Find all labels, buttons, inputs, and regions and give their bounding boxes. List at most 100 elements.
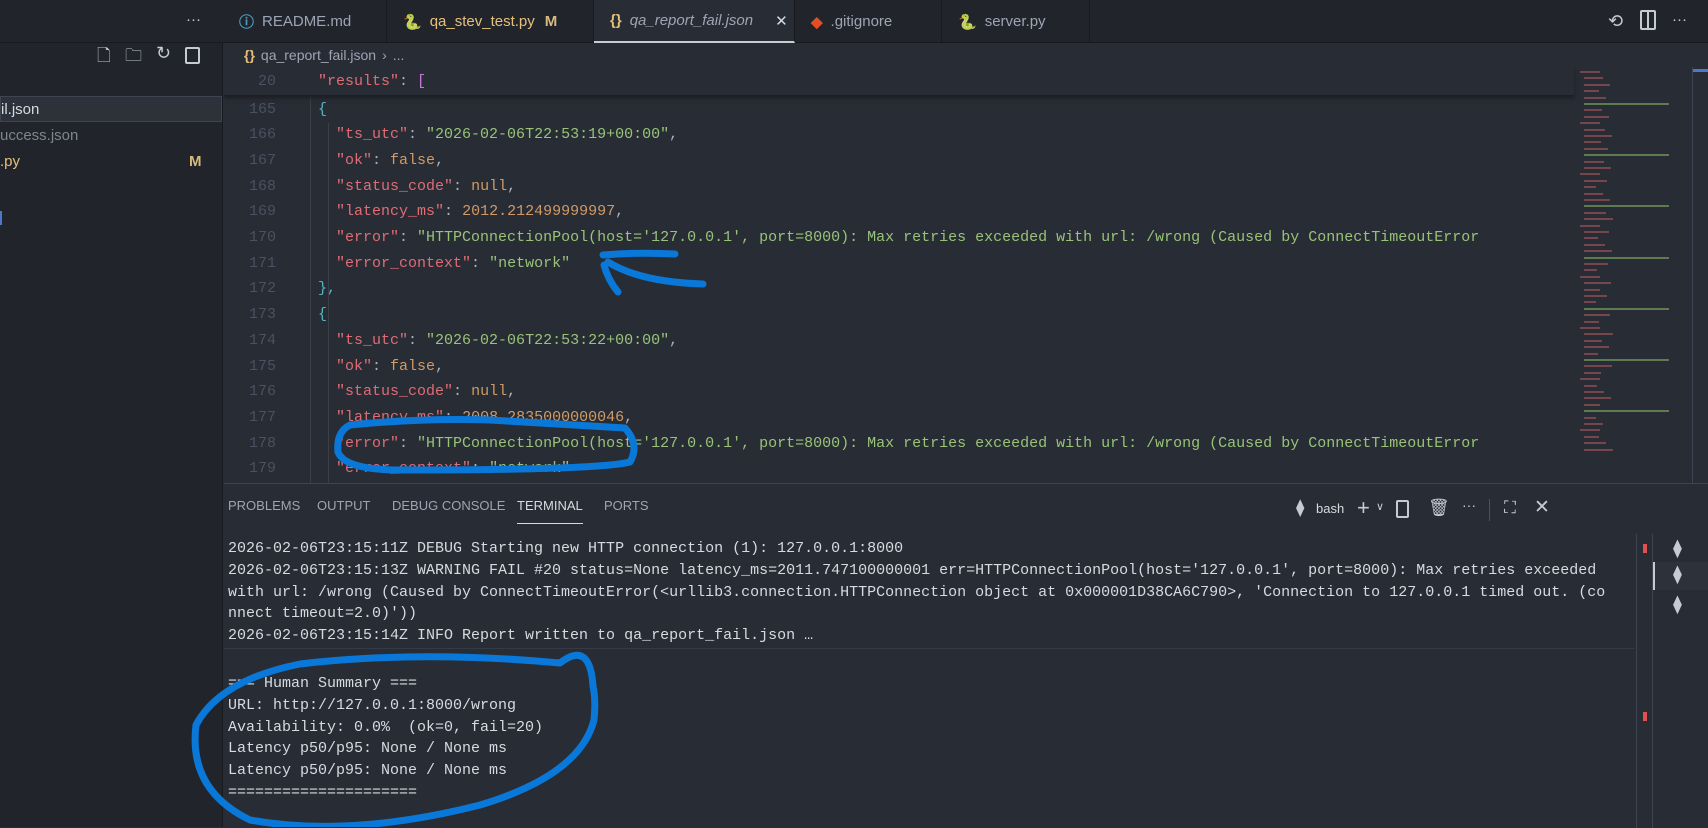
breadcrumb-rest[interactable]: ... <box>393 47 405 63</box>
minimap-line <box>1584 448 1613 451</box>
terminal-instance-icon[interactable]: ⧫ <box>1653 562 1708 590</box>
tab-qa-stev-test-py[interactable]: 🐍 qa_stev_test.py M <box>387 0 594 43</box>
maximize-icon[interactable]: ⛶ <box>1504 498 1516 518</box>
panel-tab-terminal[interactable]: TERMINAL <box>517 498 583 524</box>
code-token: "network" <box>489 254 571 272</box>
refresh-icon[interactable]: ↻ <box>156 43 171 64</box>
panel-tab-debug-console[interactable]: DEBUG CONSOLE <box>392 498 505 524</box>
minimap-line <box>1584 160 1604 163</box>
minimap-line <box>1584 237 1598 240</box>
minimap-line <box>1584 218 1613 221</box>
line-number: 167 <box>248 151 276 169</box>
code-line[interactable]: 166 "ts_utc": "2026-02-06T22:53:19+00:00… <box>224 122 1574 148</box>
code-line[interactable]: 165 { <box>224 96 1574 122</box>
minimap-line <box>1580 224 1600 227</box>
bottom-panel: PROBLEMS OUTPUT DEBUG CONSOLE TERMINAL PORTS… <box>224 483 1708 828</box>
modified-badge: M <box>544 13 558 30</box>
code-line[interactable]: 179 "error_context": "network" <box>224 456 1574 482</box>
tab-readme-md[interactable]: ⓘ README.md <box>223 0 387 43</box>
panel-tab-ports[interactable]: PORTS <box>604 498 649 524</box>
panel-tab-output[interactable]: OUTPUT <box>317 498 370 524</box>
minimap-line <box>1584 141 1601 144</box>
editor-more-icon[interactable]: ··· <box>1672 11 1687 28</box>
line-code: "status_code": null, <box>300 383 1570 400</box>
tab-server-py[interactable]: 🐍 server.py <box>942 0 1090 43</box>
breadcrumb-file[interactable]: qa_report_fail.json <box>261 47 376 63</box>
minimap[interactable] <box>1574 67 1694 483</box>
minimap-line <box>1584 307 1669 310</box>
code-line[interactable]: 174 "ts_utc": "2026-02-06T22:53:22+00:00… <box>224 327 1574 353</box>
code-token: , <box>669 126 679 144</box>
code-line[interactable]: 169 "latency_ms": 2012.212499999997, <box>224 199 1574 225</box>
shell-name[interactable]: bash <box>1316 501 1344 516</box>
code-token: { <box>300 306 328 324</box>
code-line[interactable]: 177 "latency_ms": 2008.2835000000046, <box>224 404 1574 430</box>
code-token: : <box>453 383 472 401</box>
new-folder-icon[interactable]: 🗀 <box>125 43 142 72</box>
close-icon[interactable]: ✕ <box>1534 496 1550 519</box>
info-icon: ⓘ <box>239 14 255 31</box>
panel-more-icon[interactable]: ··· <box>1462 497 1476 513</box>
file-name: .py <box>0 152 21 170</box>
minimap-line <box>1580 275 1600 278</box>
more-actions-button[interactable]: ··· <box>186 11 201 28</box>
code-token: : <box>444 203 463 221</box>
chevron-down-icon[interactable]: ∨ <box>1376 500 1384 513</box>
modified-badge: M <box>189 152 202 170</box>
code-line[interactable]: 170 "error": "HTTPConnectionPool(host='1… <box>224 225 1574 251</box>
code-token: , <box>507 383 517 401</box>
summary-line: ===================== <box>228 784 418 801</box>
code-token: : <box>399 72 418 90</box>
close-tab-icon[interactable]: ✕ <box>775 12 788 30</box>
tab-label: README.md <box>262 13 352 30</box>
editor-tab-bar: ··· ⓘ README.md 🐍 qa_stev_test.py M {} qa_repo… <box>0 0 1708 43</box>
minimap-line <box>1584 314 1610 317</box>
collapse-all-icon[interactable] <box>185 47 200 64</box>
code-line[interactable]: 178 "error": "HTTPConnectionPool(host='1… <box>224 430 1574 456</box>
code-line[interactable]: 168 "status_code": null, <box>224 173 1574 199</box>
code-editor[interactable]: 20 "results": [ 165 {166 "ts_utc": "2026… <box>224 67 1708 483</box>
file-item[interactable]: uccess.json <box>0 122 222 148</box>
indent-guide <box>328 123 329 483</box>
minimap-line <box>1584 83 1610 86</box>
file-item[interactable]: il.json <box>0 96 222 122</box>
code-line[interactable]: 175 "ok": false, <box>224 353 1574 379</box>
new-terminal-icon[interactable]: + <box>1357 495 1370 521</box>
code-line[interactable]: 167 "ok": false, <box>224 147 1574 173</box>
code-token: "latency_ms" <box>336 408 445 426</box>
line-number: 165 <box>248 100 276 118</box>
minimap-line <box>1580 327 1600 329</box>
tab--gitignore[interactable]: ◆ .gitignore <box>795 0 942 43</box>
editor-scrollbar[interactable] <box>1692 67 1708 483</box>
split-terminal-icon[interactable] <box>1396 500 1409 518</box>
terminal-instance-icon[interactable]: ⧫ <box>1673 538 1682 559</box>
minimap-line <box>1584 359 1669 361</box>
tab-qa-report-fail-json[interactable]: {} qa_report_fail.json ✕ <box>594 0 795 43</box>
code-token: "results" <box>318 72 400 90</box>
terminal-scrollbar[interactable] <box>1636 534 1650 828</box>
minimap-line <box>1584 103 1669 105</box>
panel-tab-problems[interactable]: PROBLEMS <box>228 498 300 524</box>
minimap-line <box>1580 429 1600 432</box>
line-number: 175 <box>248 357 276 375</box>
split-editor-icon[interactable] <box>1640 10 1656 30</box>
code-line[interactable]: 171 "error_context": "network" <box>224 250 1574 276</box>
terminal-instance-icon[interactable]: ⧫ <box>1673 594 1682 615</box>
new-file-icon[interactable]: 🗋 <box>97 43 111 72</box>
sticky-scroll-header[interactable]: 20 "results": [ <box>224 67 1574 95</box>
code-line[interactable]: 20 "results": [ <box>224 68 1574 94</box>
timeline-icon[interactable]: ⟲ <box>1608 11 1623 32</box>
code-line[interactable]: 176 "status_code": null, <box>224 379 1574 405</box>
minimap-line <box>1584 109 1602 112</box>
minimap-line <box>1584 135 1612 137</box>
code-line[interactable]: 173 { <box>224 302 1574 328</box>
minimap-line <box>1584 205 1669 208</box>
trash-icon[interactable]: 🗑 <box>1428 498 1450 518</box>
file-item[interactable]: .py M <box>0 148 222 174</box>
line-code: { <box>300 101 1570 118</box>
code-line[interactable]: 172 }, <box>224 276 1574 302</box>
